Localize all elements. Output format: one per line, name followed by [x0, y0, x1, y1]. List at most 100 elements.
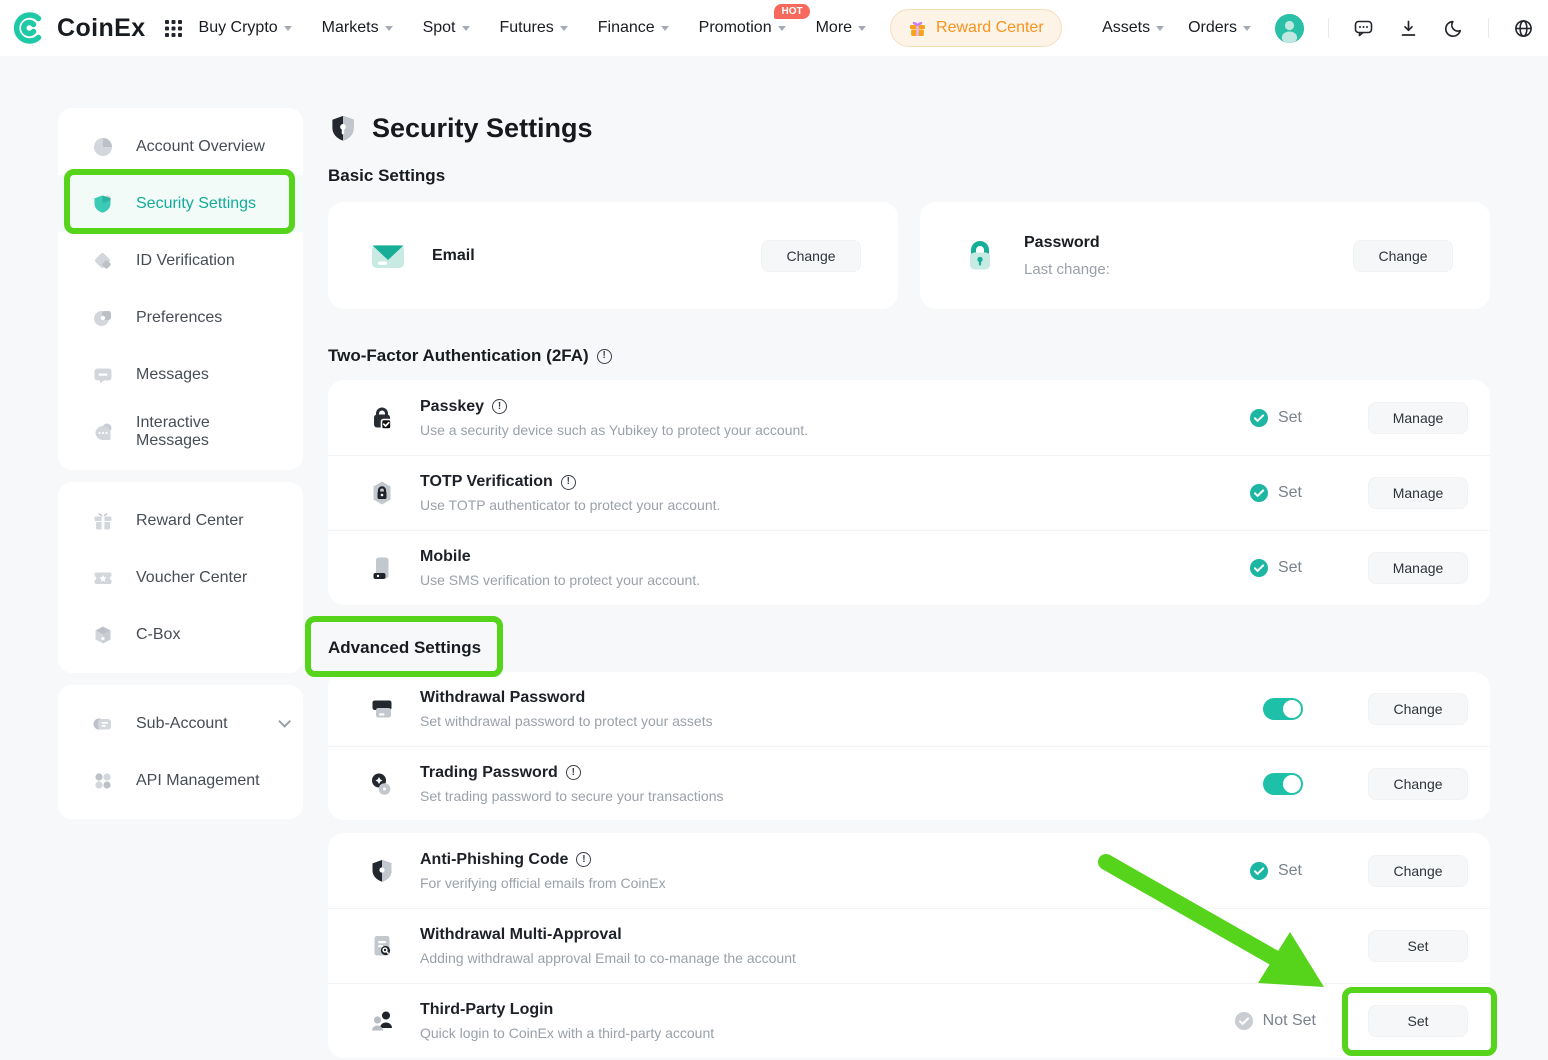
chevron-down-icon [1156, 26, 1164, 31]
password-title: Password [1024, 234, 1110, 252]
chevron-down-icon [560, 26, 568, 31]
sidebar-item-security-settings[interactable]: Security Settings [58, 175, 303, 232]
reward-center-label: Reward Center [936, 19, 1044, 37]
mobile-manage-button[interactable]: Manage [1368, 552, 1468, 584]
info-icon[interactable] [492, 399, 507, 414]
nav-more[interactable]: More [816, 19, 866, 37]
sidebar-item-account-overview[interactable]: Account Overview [58, 118, 303, 175]
withdrawal-password-change-button[interactable]: Change [1368, 693, 1468, 725]
trading-password-desc: Set trading password to secure your tran… [420, 788, 724, 804]
withdrawal-password-title: Withdrawal Password [420, 689, 585, 707]
nav-orders[interactable]: Orders [1188, 19, 1251, 37]
nav-markets[interactable]: Markets [322, 19, 393, 37]
pie-chart-icon [92, 136, 114, 158]
voucher-ticket-icon [92, 567, 114, 589]
trading-password-change-button[interactable]: Change [1368, 768, 1468, 800]
withdrawal-password-toggle[interactable] [1263, 698, 1303, 720]
chevron-down-icon [1243, 26, 1251, 31]
multi-approval-row: Withdrawal Multi-Approval Adding withdra… [328, 908, 1490, 983]
support-chat-icon[interactable] [1353, 18, 1374, 39]
preferences-gear-icon [92, 307, 114, 329]
twofa-card: Passkey Use a security device such as Yu… [328, 380, 1490, 605]
anti-phishing-row: Anti-Phishing Code For verifying officia… [328, 833, 1490, 908]
totp-hexagon-lock-icon [368, 479, 396, 507]
apps-grid-icon[interactable] [164, 19, 183, 38]
sidebar-item-label: Sub-Account [136, 715, 228, 733]
trading-password-toggle[interactable] [1263, 773, 1303, 795]
coinex-logo[interactable]: CoinEx [14, 11, 146, 45]
email-change-button[interactable]: Change [761, 240, 861, 272]
gift-icon [908, 19, 927, 38]
nav-assets[interactable]: Assets [1102, 19, 1164, 37]
main-nav-menu: Buy Crypto Markets Spot Futures Finance … [199, 19, 867, 37]
basic-settings-heading: Basic Settings [328, 166, 1490, 186]
gift-icon [92, 510, 114, 532]
anti-phishing-change-button[interactable]: Change [1368, 855, 1468, 887]
passkey-status: Set [1250, 409, 1302, 427]
check-circle-icon [1250, 559, 1268, 577]
basic-settings-cards: Email Change Password Last change: Chang… [328, 202, 1490, 309]
chevron-down-icon [462, 26, 470, 31]
mobile-phone-icon [368, 554, 396, 582]
totp-title: TOTP Verification [420, 473, 553, 491]
nav-promotion[interactable]: PromotionHOT [699, 19, 786, 37]
reward-center-button[interactable]: Reward Center [890, 9, 1062, 47]
totp-status: Set [1250, 484, 1302, 502]
password-change-button[interactable]: Change [1353, 240, 1453, 272]
sidebar-item-reward-center[interactable]: Reward Center [58, 492, 303, 549]
info-icon[interactable] [561, 475, 576, 490]
check-circle-icon [1250, 409, 1268, 427]
info-icon[interactable] [566, 765, 581, 780]
check-circle-icon [1250, 862, 1268, 880]
chevron-down-icon [661, 26, 669, 31]
sidebar-item-label: API Management [136, 772, 260, 790]
chevron-down-icon [858, 26, 866, 31]
trading-password-row: Trading Password Set trading password to… [328, 746, 1490, 820]
multi-approval-desc: Adding withdrawal approval Email to co-m… [420, 950, 796, 966]
sidebar-item-preferences[interactable]: Preferences [58, 289, 303, 346]
dark-mode-moon-icon[interactable] [1443, 18, 1464, 39]
third-party-users-icon [368, 1007, 396, 1035]
sidebar-item-c-box[interactable]: C-Box [58, 606, 303, 663]
third-party-title: Third-Party Login [420, 1001, 553, 1019]
twofa-heading: Two-Factor Authentication (2FA) [328, 346, 1490, 366]
chevron-down-icon [284, 26, 292, 31]
info-icon[interactable] [576, 852, 591, 867]
nav-spot[interactable]: Spot [423, 19, 470, 37]
third-party-set-button[interactable]: Set [1368, 1005, 1468, 1037]
sidebar-item-messages[interactable]: Messages [58, 346, 303, 403]
sidebar-item-interactive-messages[interactable]: Interactive Messages [58, 403, 303, 460]
nav-futures[interactable]: Futures [500, 19, 568, 37]
chat-dots-icon [92, 421, 114, 443]
navbar-right: Assets Orders [1102, 14, 1534, 43]
totp-manage-button[interactable]: Manage [1368, 477, 1468, 509]
coinex-security-settings-page: CoinEx Buy Crypto Markets Spot Futures F… [0, 0, 1548, 1060]
nav-buy-crypto[interactable]: Buy Crypto [199, 19, 292, 37]
passkey-manage-button[interactable]: Manage [1368, 402, 1468, 434]
gray-check-circle-icon [1235, 1012, 1253, 1030]
third-party-desc: Quick login to CoinEx with a third-party… [420, 1025, 714, 1041]
anti-phishing-status: Set [1250, 862, 1302, 880]
sidebar-group-accounts: Sub-Account API Management [58, 685, 303, 819]
email-icon [368, 236, 408, 276]
password-card: Password Last change: Change [920, 202, 1490, 309]
sidebar-item-id-verification[interactable]: ID Verification [58, 232, 303, 289]
passkey-desc: Use a security device such as Yubikey to… [420, 422, 808, 438]
nav-finance[interactable]: Finance [598, 19, 669, 37]
sidebar-item-sub-account[interactable]: Sub-Account [58, 695, 303, 752]
hot-badge: HOT [774, 4, 809, 19]
sidebar-item-voucher-center[interactable]: Voucher Center [58, 549, 303, 606]
security-settings-main: Security Settings Basic Settings Email C… [328, 108, 1490, 1058]
anti-phishing-shield-icon [368, 857, 396, 885]
multi-approval-set-button[interactable]: Set [1368, 930, 1468, 962]
language-globe-icon[interactable] [1513, 18, 1534, 39]
trading-password-coins-icon [368, 770, 396, 798]
sidebar-item-api-management[interactable]: API Management [58, 752, 303, 809]
download-app-icon[interactable] [1398, 18, 1419, 39]
sidebar-item-label: ID Verification [136, 252, 235, 270]
mobile-row: Mobile Use SMS verification to protect y… [328, 530, 1490, 605]
trading-password-title: Trading Password [420, 764, 558, 782]
info-icon[interactable] [597, 349, 612, 364]
user-avatar[interactable] [1275, 14, 1304, 43]
message-icon [92, 364, 114, 386]
